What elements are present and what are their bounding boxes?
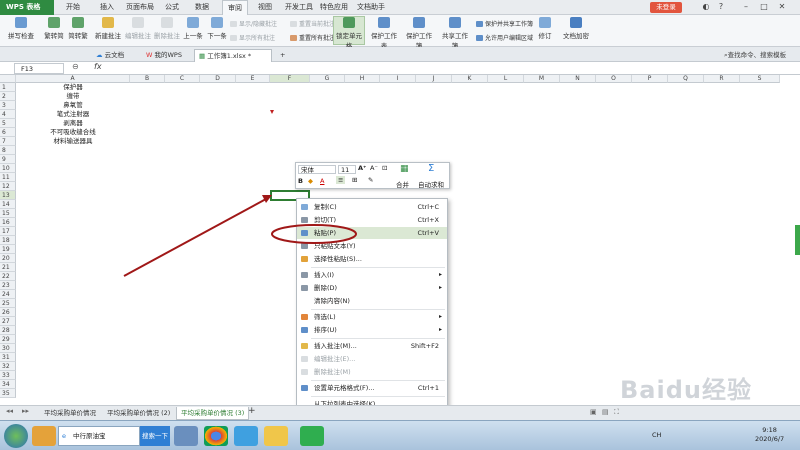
- comment-marker: [270, 110, 274, 114]
- ie-icon: e: [62, 432, 66, 440]
- sheet-tab-1[interactable]: 平均采购单价情况: [44, 407, 96, 420]
- annotation-arrow-head: [262, 195, 272, 203]
- watermark: Baidu经验: [620, 376, 752, 404]
- taskbar-tool-icon[interactable]: [174, 426, 198, 446]
- page-view-icon[interactable]: ▤: [602, 408, 609, 416]
- annotation-ellipse: [271, 224, 357, 244]
- annotation-arrow-line: [123, 198, 267, 277]
- start-button[interactable]: [4, 424, 28, 448]
- sheet-tabs: ◂◂ ▸▸ 平均采购单价情况 平均采购单价情况 (2) 平均采购单价情况 (3)…: [0, 405, 800, 420]
- ie-search-box[interactable]: e 中行原油宝: [58, 426, 140, 446]
- last-sheet-icon[interactable]: ▸▸: [22, 407, 29, 415]
- first-sheet-icon[interactable]: ◂◂: [6, 407, 13, 415]
- ie-taskbar-icon[interactable]: [234, 426, 258, 446]
- folder-icon[interactable]: [264, 426, 288, 446]
- wps-sheet-taskbar-icon[interactable]: [300, 426, 324, 446]
- clock[interactable]: 9:18 2020/6/7: [755, 426, 784, 444]
- ime-indicator[interactable]: CH: [652, 431, 661, 439]
- chrome-icon[interactable]: [204, 426, 228, 446]
- normal-view-icon[interactable]: ▣: [590, 408, 597, 416]
- search-go-button[interactable]: 搜索一下: [140, 426, 170, 446]
- sheet-tab-3[interactable]: 平均采购单价情况 (3): [176, 407, 250, 420]
- sheet-tab-2[interactable]: 平均采购单价情况 (2): [107, 407, 170, 420]
- add-sheet-icon[interactable]: +: [248, 406, 256, 416]
- scrollbar-thumb[interactable]: [795, 225, 800, 255]
- taskbar-app-icon[interactable]: [32, 426, 56, 446]
- fullscreen-icon[interactable]: ⛶: [614, 408, 619, 417]
- windows-taskbar: e 中行原油宝 搜索一下 CH 9:18 2020/6/7: [0, 420, 800, 450]
